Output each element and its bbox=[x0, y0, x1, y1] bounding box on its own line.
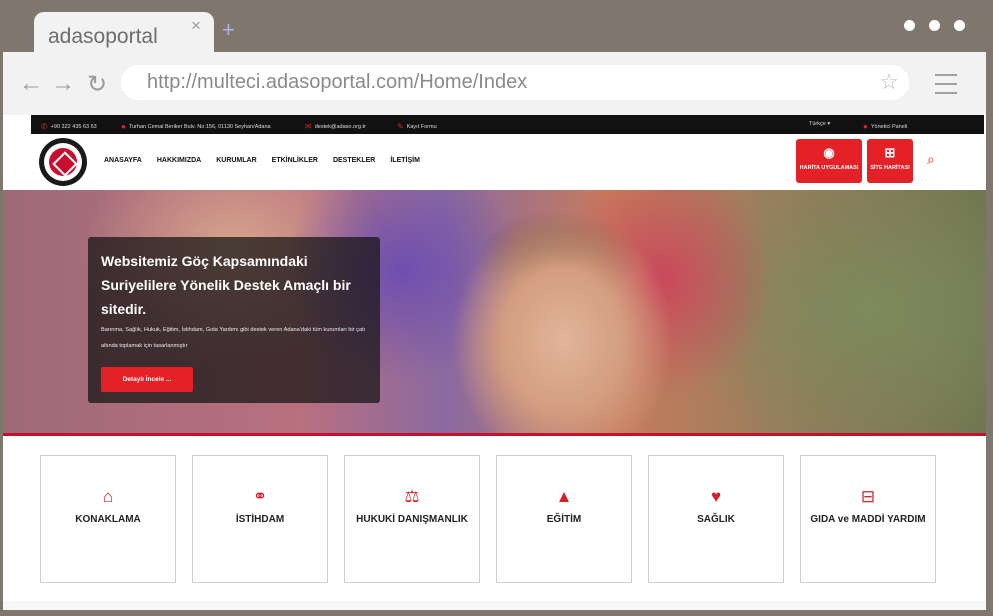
address-info: ● Turhan Cemal Beriker Bulv. No:156, 0113… bbox=[121, 121, 271, 131]
card-saglik[interactable]: ♥ SAĞLIK bbox=[648, 455, 784, 583]
hero-overlay: Websitemiz Göç Kapsamındaki Suriyelilere… bbox=[88, 237, 380, 403]
user-icon: ● bbox=[863, 122, 868, 131]
details-button[interactable]: Detaylı İncele ... bbox=[101, 367, 193, 392]
phone-text: +90 322 435 63 63 bbox=[50, 124, 97, 130]
hero-banner: Websitemiz Göç Kapsamındaki Suriyelilere… bbox=[3, 190, 986, 435]
graduation-cap-icon: ▲ bbox=[555, 487, 573, 506]
card-gida-ve-maddi-yardim[interactable]: ⊟ GIDA ve MADDİ YARDIM bbox=[800, 455, 936, 583]
card-label: SAĞLIK bbox=[697, 514, 735, 525]
browser-tab[interactable]: adasoportal × bbox=[34, 12, 214, 54]
top-info-bar: ✆ +90 322 435 63 63 ● Turhan Cemal Beriker… bbox=[31, 115, 984, 134]
basket-icon: ⊟ bbox=[860, 487, 876, 506]
register-link[interactable]: ✎ Kayıt Formu bbox=[397, 121, 437, 131]
handshake-icon: ⚭ bbox=[252, 487, 268, 506]
nav-item-etkinlikler[interactable]: ETKİNLİKLER bbox=[272, 157, 318, 164]
map-app-button[interactable]: ◉ HARİTA UYGULAMASI bbox=[796, 139, 862, 183]
browser-tab-bar: adasoportal × + bbox=[0, 0, 993, 54]
language-select[interactable]: Türkçe ▾ bbox=[809, 121, 830, 127]
card-label: İSTİHDAM bbox=[235, 514, 285, 525]
email-info[interactable]: ✉ destek@adaso.org.tr bbox=[305, 121, 366, 131]
edit-icon: ✎ bbox=[397, 122, 404, 131]
dot-icon bbox=[904, 20, 915, 31]
page-bottom-strip bbox=[3, 601, 986, 610]
browser-toolbar: ← → ↻ http://multeci.adasoportal.com/Hom… bbox=[3, 52, 986, 115]
card-label: GIDA ve MADDİ YARDIM bbox=[810, 514, 926, 525]
browser-window: ← → ↻ http://multeci.adasoportal.com/Hom… bbox=[3, 52, 986, 610]
hero-divider bbox=[3, 433, 986, 436]
hero-description: Barınma, Sağlık, Hukuk, Eğitim, İstihdam… bbox=[101, 327, 366, 349]
card-label: HUKUKİ DANIŞMANLIK bbox=[356, 514, 468, 525]
admin-panel-link[interactable]: ● Yönetici Paneli bbox=[863, 121, 908, 131]
dot-icon bbox=[929, 20, 940, 31]
map-app-label: HARİTA UYGULAMASI bbox=[799, 165, 859, 171]
bookmark-star-icon[interactable]: ☆ bbox=[879, 69, 899, 95]
search-icon[interactable]: ⌕ bbox=[927, 151, 935, 168]
address-text: Turhan Cemal Beriker Bulv. No:156, 01130… bbox=[128, 124, 271, 130]
globe-icon: ◉ bbox=[823, 145, 835, 160]
tab-close-icon[interactable]: × bbox=[191, 16, 201, 36]
card-istihdam[interactable]: ⚭ İSTİHDAM bbox=[192, 455, 328, 583]
back-arrow-icon[interactable]: ← bbox=[19, 70, 43, 98]
home-icon: ⌂ bbox=[102, 487, 114, 506]
forward-arrow-icon[interactable]: → bbox=[51, 70, 75, 98]
nav-links: ANASAYFA HAKKIMIZDA KURUMLAR ETKİNLİKLER… bbox=[104, 157, 420, 164]
hero-title: Websitemiz Göç Kapsamındaki Suriyelilere… bbox=[101, 253, 351, 317]
phone-icon: ✆ bbox=[41, 122, 48, 131]
hamburger-menu-icon[interactable] bbox=[935, 74, 957, 101]
nav-item-anasayfa[interactable]: ANASAYFA bbox=[104, 157, 142, 164]
service-cards: ⌂ KONAKLAMA ⚭ İSTİHDAM ⚖ HUKUKİ DANIŞMAN… bbox=[40, 455, 940, 585]
card-label: KONAKLAMA bbox=[75, 514, 141, 525]
mail-icon: ✉ bbox=[305, 122, 312, 131]
site-map-label: SİTE HARİTASI bbox=[870, 165, 910, 171]
nav-item-hakkimizda[interactable]: HAKKIMIZDA bbox=[157, 157, 201, 164]
sitemap-icon: ⊞ bbox=[884, 145, 896, 160]
register-text: Kayıt Formu bbox=[406, 124, 437, 130]
website: ✆ +90 322 435 63 63 ● Turhan Cemal Beriker… bbox=[3, 115, 986, 610]
nav-item-destekler[interactable]: DESTEKLER bbox=[333, 157, 375, 164]
new-tab-icon[interactable]: + bbox=[222, 17, 235, 43]
main-navigation: ANASAYFA HAKKIMIZDA KURUMLAR ETKİNLİKLER… bbox=[31, 134, 984, 190]
reload-icon[interactable]: ↻ bbox=[87, 70, 107, 99]
nav-item-iletisim[interactable]: İLETİŞİM bbox=[390, 157, 420, 164]
heartbeat-icon: ♥ bbox=[710, 487, 722, 506]
card-konaklama[interactable]: ⌂ KONAKLAMA bbox=[40, 455, 176, 583]
phone-info[interactable]: ✆ +90 322 435 63 63 bbox=[41, 121, 97, 131]
admin-text: Yönetici Paneli bbox=[870, 124, 908, 130]
card-hukuki-danismanlik[interactable]: ⚖ HUKUKİ DANIŞMANLIK bbox=[344, 455, 480, 583]
site-map-button[interactable]: ⊞ SİTE HARİTASI bbox=[867, 139, 913, 183]
card-egitim[interactable]: ▲ EĞİTİM bbox=[496, 455, 632, 583]
tab-title: adasoportal bbox=[48, 25, 158, 48]
email-text: destek@adaso.org.tr bbox=[314, 124, 366, 130]
nav-item-kurumlar[interactable]: KURUMLAR bbox=[216, 157, 256, 164]
location-icon: ● bbox=[121, 122, 126, 131]
card-label: EĞİTİM bbox=[546, 514, 582, 525]
scales-icon: ⚖ bbox=[404, 487, 420, 506]
dot-icon bbox=[954, 20, 965, 31]
window-menu-dots[interactable] bbox=[904, 20, 965, 31]
site-logo[interactable] bbox=[39, 138, 87, 186]
url-text: http://multeci.adasoportal.com/Home/Inde… bbox=[147, 71, 528, 93]
address-bar[interactable]: http://multeci.adasoportal.com/Home/Inde… bbox=[121, 65, 909, 100]
